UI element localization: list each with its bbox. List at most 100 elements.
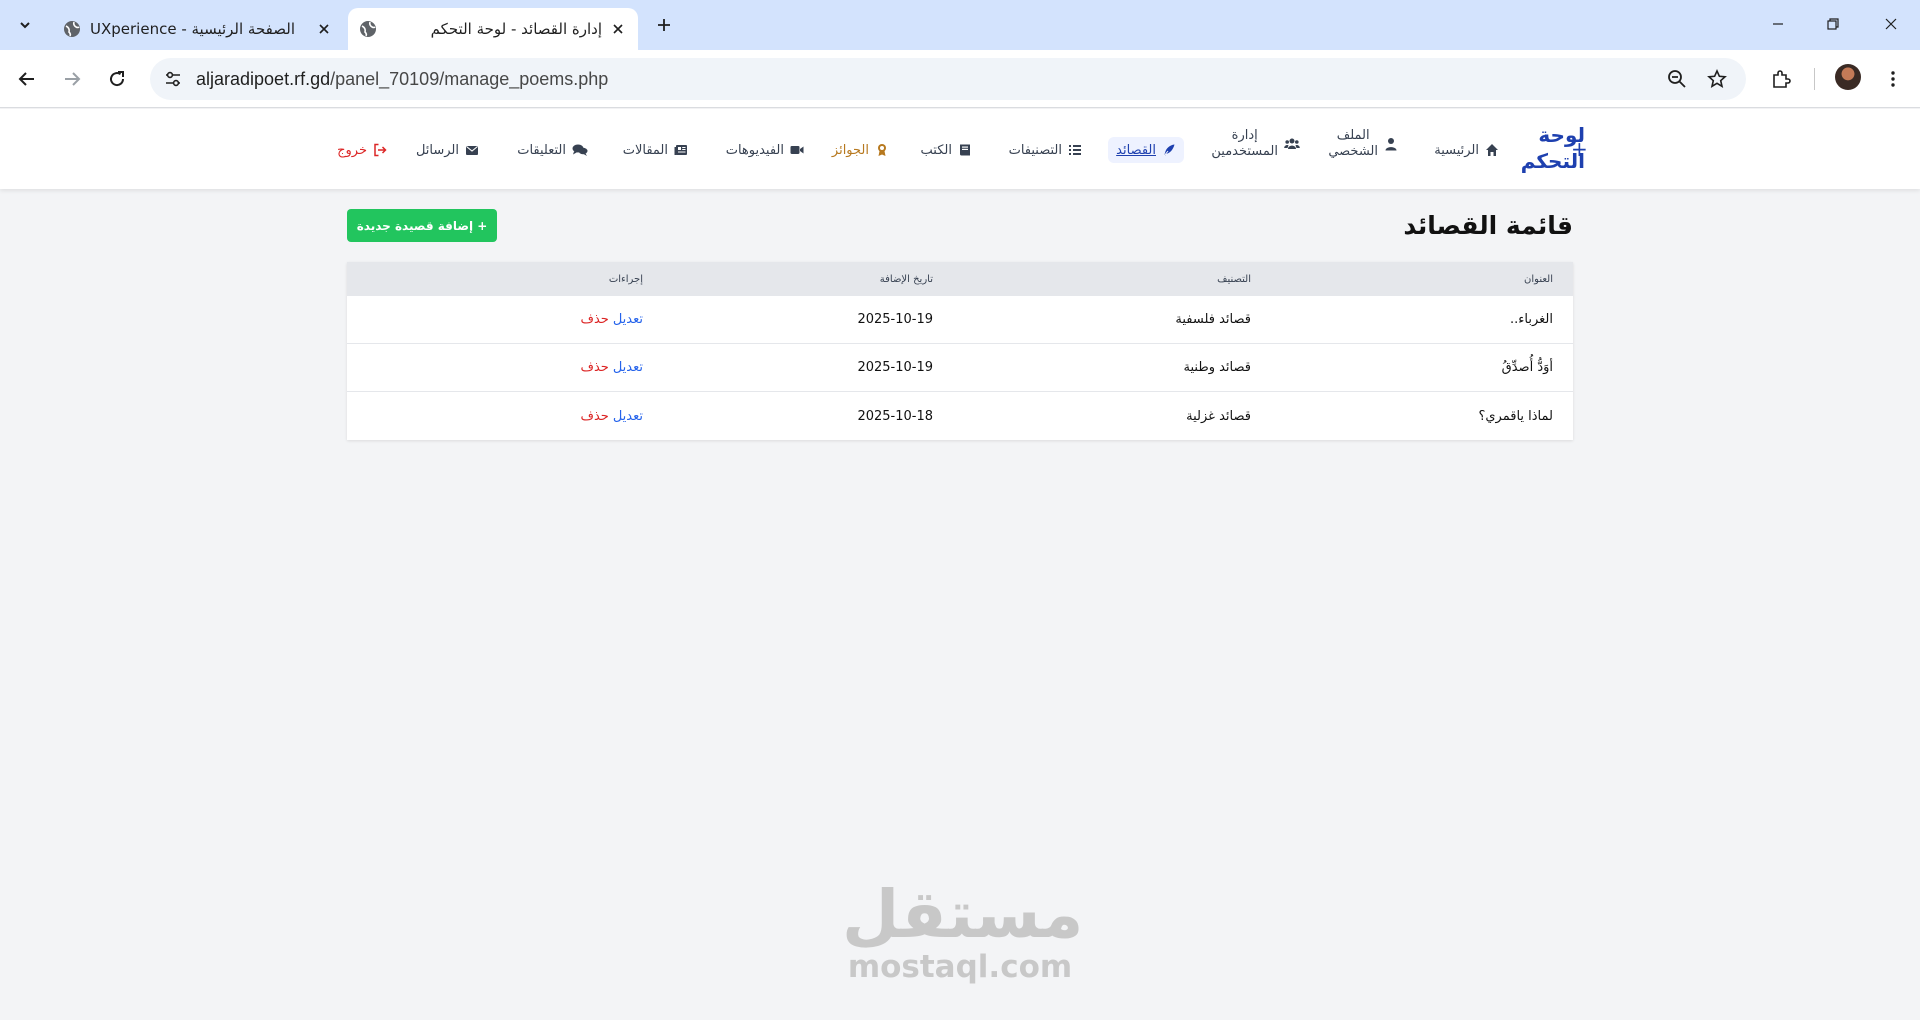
nav-poems[interactable]: القصائد [1108, 137, 1184, 163]
table-row: أوَدُّ أُصدِّقُ قصائد وطنية 2025-10-19 ت… [347, 344, 1573, 392]
restore-button[interactable] [1813, 8, 1853, 40]
plus-icon [658, 19, 670, 31]
close-window-button[interactable] [1871, 8, 1911, 40]
minimize-button[interactable] [1758, 8, 1798, 40]
nav-profile[interactable]: الملف الشخصي [1328, 128, 1398, 159]
poem-category: قصائد فلسفية [1175, 312, 1251, 327]
delete-link[interactable]: حذف [580, 409, 608, 424]
poem-actions: تعديل حذف [580, 392, 643, 440]
nav-users[interactable]: إدارة المستخدمين [1211, 128, 1300, 159]
new-tab-button[interactable] [651, 12, 677, 38]
poems-table: العنوان التصنيف تاريخ الإضافة إجراءات ال… [347, 262, 1573, 440]
nav-books[interactable]: الكتب [921, 137, 972, 163]
globe-icon [360, 21, 376, 37]
arrow-left-icon [18, 72, 34, 86]
nav-comments-label: التعليقات [517, 142, 566, 158]
delete-link[interactable]: حذف [580, 312, 608, 327]
nav-awards-label: الجوائز [831, 142, 869, 158]
reload-button[interactable] [101, 63, 133, 95]
add-poem-button[interactable]: + إضافة قصيدة جديدة [347, 209, 497, 242]
extensions-button[interactable] [1765, 63, 1797, 95]
admin-navbar: لوحة التحكم + الرئيسية الملف الشخصي إدار… [0, 109, 1920, 189]
close-tab-icon[interactable] [314, 19, 334, 39]
header-title: العنوان [1524, 273, 1553, 285]
feather-pen-icon [1163, 144, 1175, 157]
browser-tabstrip: UXperience - الصفحة الرئيسية إدارة القصا… [0, 0, 1920, 50]
poem-title: لماذا ياقمري؟ [1478, 408, 1553, 424]
edit-link[interactable]: تعديل [613, 312, 643, 327]
mostaql-watermark: مستقل mostaql.com [842, 880, 1083, 985]
nav-logout-label: خروج [337, 142, 367, 158]
nav-articles-label: المقالات [622, 142, 668, 158]
url-text: aljaradipoet.rf.gd/panel_70109/manage_po… [196, 69, 608, 90]
globe-icon [64, 21, 80, 37]
site-settings-icon[interactable] [162, 68, 184, 90]
nav-profile-line-2: الشخصي [1328, 144, 1378, 159]
poem-actions: تعديل حذف [580, 296, 643, 343]
bookmark-star-icon[interactable] [1706, 68, 1728, 90]
poem-title: أوَدُّ أُصدِّقُ [1501, 360, 1553, 375]
nav-awards[interactable]: الجوائز [832, 137, 889, 163]
brand-plus[interactable]: + [1571, 137, 1588, 161]
table-row: لماذا ياقمري؟ قصائد غزلية 2025-10-18 تعد… [347, 392, 1573, 440]
more-vertical-icon [1891, 71, 1895, 87]
edit-link[interactable]: تعديل [613, 360, 643, 375]
book-icon [960, 144, 970, 156]
close-icon [1885, 18, 1897, 30]
zoom-icon[interactable] [1666, 68, 1688, 90]
home-icon [1486, 144, 1498, 156]
nav-categories[interactable]: التصنيفات [1009, 137, 1082, 163]
reload-icon [110, 71, 125, 87]
table-row: الغرباء.. قصائد فلسفية 2025-10-19 تعديل … [347, 296, 1573, 344]
envelope-icon [466, 146, 478, 155]
user-icon [1385, 138, 1397, 151]
close-tab-icon[interactable] [608, 19, 628, 39]
nav-comments[interactable]: التعليقات [517, 137, 588, 163]
chevron-down-icon [20, 22, 30, 29]
nav-users-line-2: المستخدمين [1211, 144, 1278, 159]
url-path: /panel_70109/manage_poems.php [330, 69, 609, 89]
address-bar[interactable]: aljaradipoet.rf.gd/panel_70109/manage_po… [150, 58, 1746, 100]
watermark-latin: mostaql.com [847, 949, 1073, 985]
users-icon [1284, 138, 1300, 149]
nav-books-label: الكتب [920, 142, 952, 158]
browser-menu-button[interactable] [1877, 63, 1909, 95]
header-date: تاريخ الإضافة [879, 273, 933, 285]
tab-search-button[interactable] [9, 9, 41, 41]
nav-articles[interactable]: المقالات [623, 137, 688, 163]
poem-actions: تعديل حذف [580, 344, 643, 391]
poem-title: الغرباء.. [1510, 312, 1553, 327]
nav-messages[interactable]: الرسائل [416, 137, 479, 163]
url-host: aljaradipoet.rf.gd [196, 69, 331, 89]
restore-icon [1827, 18, 1839, 30]
tab-title: UXperience - الصفحة الرئيسية [90, 20, 295, 38]
profile-avatar[interactable] [1835, 64, 1861, 90]
nav-home[interactable]: الرئيسية [1434, 137, 1499, 163]
forward-button[interactable] [56, 63, 88, 95]
nav-home-label: الرئيسية [1434, 142, 1479, 158]
sign-out-icon [374, 143, 387, 157]
tab-title: إدارة القصائد - لوحة التحكم [430, 20, 602, 38]
page-title: قائمة القصائد [1403, 211, 1573, 240]
nav-logout[interactable]: خروج [337, 137, 387, 163]
video-camera-icon [790, 146, 804, 154]
nav-messages-label: الرسائل [415, 142, 459, 158]
browser-tab-home[interactable]: UXperience - الصفحة الرئيسية [52, 8, 344, 50]
toolbar-separator [1814, 68, 1815, 90]
edit-link[interactable]: تعديل [613, 409, 643, 424]
back-button[interactable] [11, 63, 43, 95]
header-category: التصنيف [1217, 273, 1251, 285]
delete-link[interactable]: حذف [580, 360, 608, 375]
nav-videos-label: الفيديوهات [725, 142, 784, 158]
nav-poems-label: القصائد [1116, 142, 1156, 158]
nav-videos[interactable]: الفيديوهات [726, 137, 804, 163]
poem-date: 2025-10-18 [857, 408, 933, 424]
nav-profile-line-1: الملف [1336, 128, 1370, 143]
browser-tab-manage-poems[interactable]: إدارة القصائد - لوحة التحكم [348, 8, 638, 50]
minimize-icon [1773, 23, 1783, 25]
poem-category: قصائد غزلية [1186, 408, 1251, 424]
poem-date: 2025-10-19 [857, 360, 933, 375]
browser-toolbar: aljaradipoet.rf.gd/panel_70109/manage_po… [0, 50, 1920, 108]
comments-icon [572, 144, 588, 156]
puzzle-icon [1773, 70, 1791, 88]
